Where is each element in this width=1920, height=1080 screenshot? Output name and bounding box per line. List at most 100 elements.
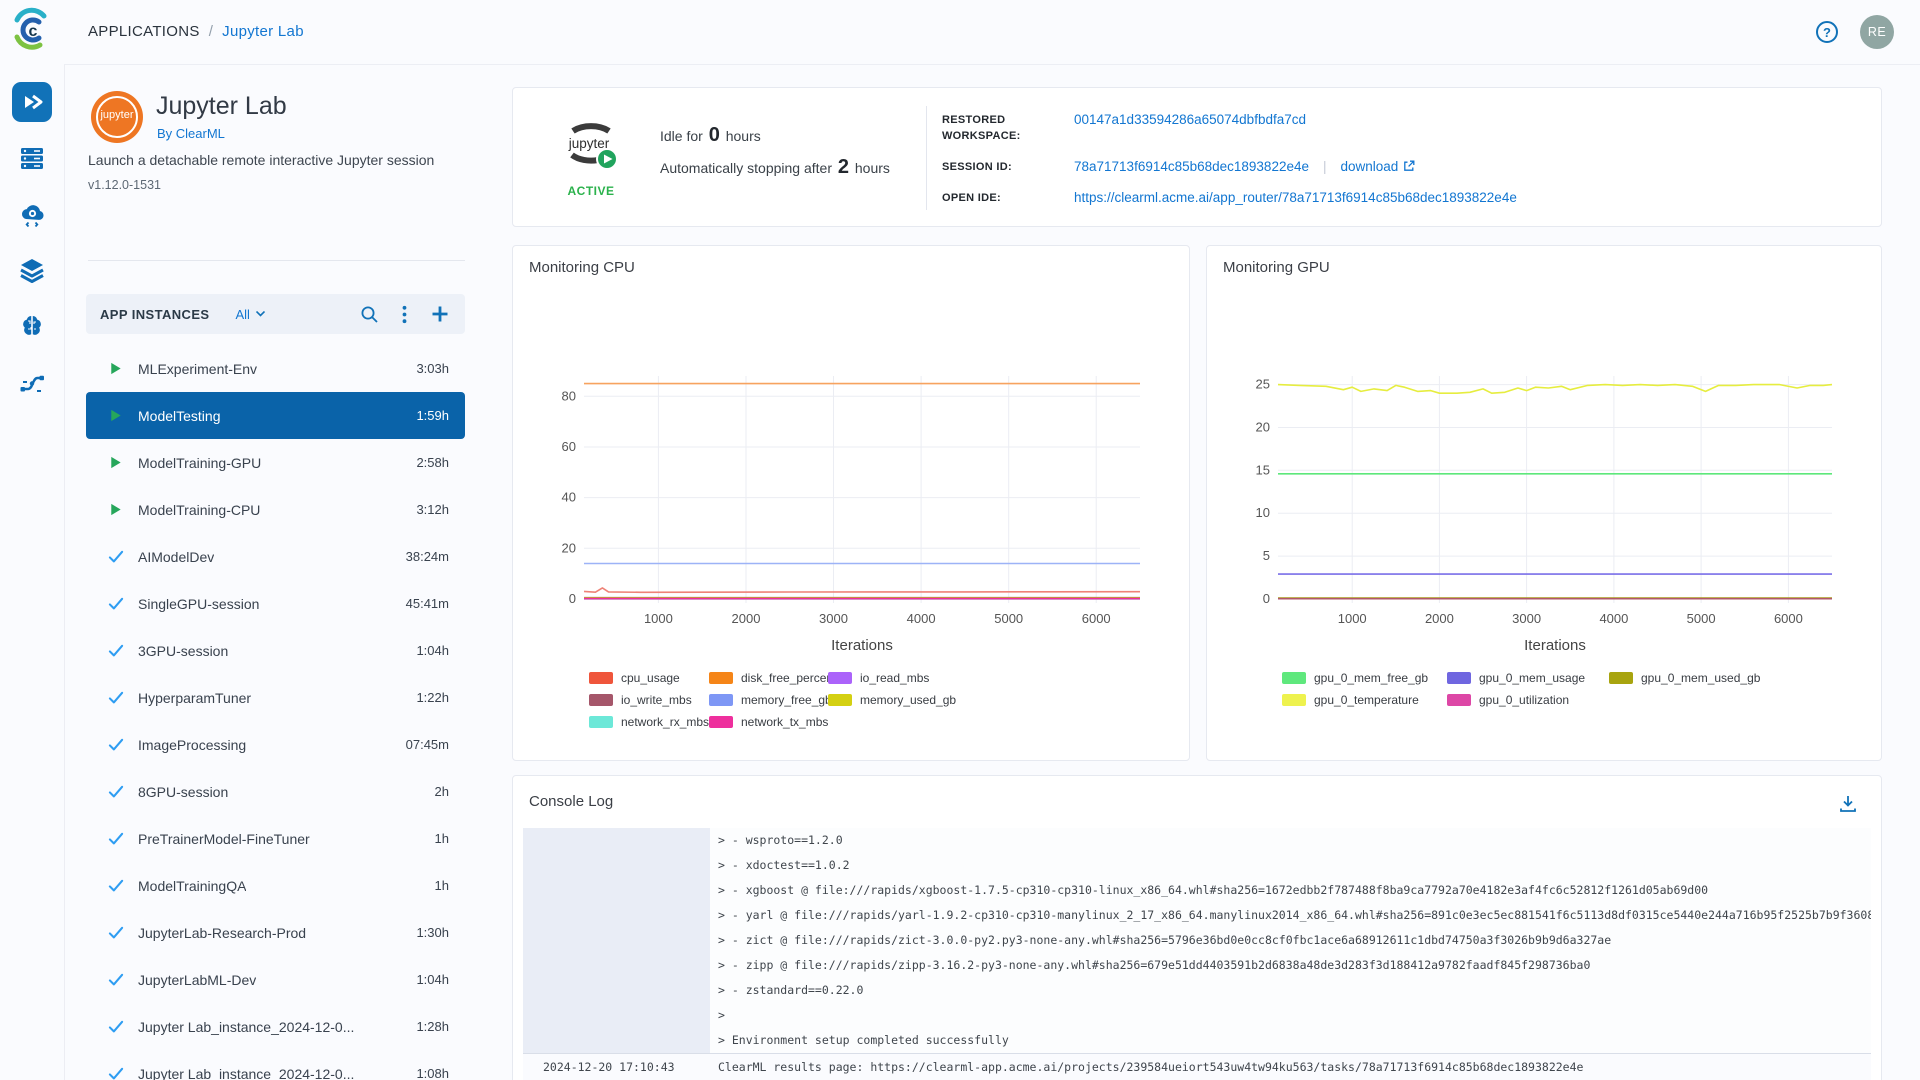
status-badge: ACTIVE: [560, 184, 622, 198]
instance-name: MLExperiment-Env: [138, 361, 257, 377]
log-line: > - xdoctest==1.0.2: [523, 853, 1871, 878]
app-description: Launch a detachable remote interactive J…: [88, 152, 434, 168]
console-footer-row: 2024-12-20 17:10:43 ClearML results page…: [523, 1053, 1871, 1080]
check-icon: [108, 596, 124, 612]
legend-item[interactable]: network_rx_mbs: [589, 714, 709, 729]
search-icon[interactable]: [360, 305, 379, 324]
legend-label: memory_free_gb: [741, 693, 832, 707]
instance-row[interactable]: ModelTraining-GPU2:58h: [86, 439, 465, 486]
nav-ai-brain-icon[interactable]: [12, 306, 52, 346]
log-line: > - yarl @ file:///rapids/yarl-1.9.2-cp3…: [523, 903, 1871, 928]
download-log-icon[interactable]: [1837, 793, 1859, 815]
nav-workers-queues-icon[interactable]: [12, 138, 52, 178]
log-results-link[interactable]: ClearML results page: https://clearml-ap…: [718, 1054, 1583, 1080]
instance-row[interactable]: Jupyter Lab_instance_2024-12-0...1:08h: [86, 1050, 465, 1080]
instance-name: JupyterLabML-Dev: [138, 972, 256, 988]
kebab-menu-icon[interactable]: [402, 305, 407, 324]
restored-workspace-value[interactable]: 00147a1d33594286a65074dbfbdfa7cd: [1074, 112, 1306, 127]
legend-item[interactable]: memory_used_gb: [828, 692, 956, 707]
user-avatar[interactable]: RE: [1860, 15, 1894, 49]
legend-item[interactable]: gpu_0_mem_used_gb: [1609, 670, 1760, 685]
instance-row[interactable]: SingleGPU-session45:41m: [86, 580, 465, 627]
legend-item[interactable]: disk_free_percent: [709, 670, 828, 685]
instance-row[interactable]: ImageProcessing07:45m: [86, 721, 465, 768]
legend-label: gpu_0_utilization: [1479, 693, 1569, 707]
instance-name: ModelTraining-GPU: [138, 455, 261, 471]
app-panel: jupyter Jupyter Lab By ClearML Launch a …: [64, 64, 494, 1080]
gpu-chart-plot[interactable]: 1000200030004000500060000510152025Iterat…: [1207, 246, 1883, 666]
play-icon: [108, 408, 124, 424]
idle-text: Idle for 0 hours: [660, 124, 761, 147]
legend-item[interactable]: gpu_0_mem_free_gb: [1282, 670, 1447, 685]
nav-pipelines-icon[interactable]: [12, 362, 52, 402]
instance-time: 07:45m: [406, 737, 449, 752]
check-icon: [108, 643, 124, 659]
instance-row[interactable]: ModelTesting 1:59h: [86, 392, 465, 439]
open-ide-link[interactable]: https://clearml.acme.ai/app_router/78a71…: [1074, 190, 1517, 205]
instance-time: 3:12h: [416, 502, 449, 517]
instance-name: Jupyter Lab_instance_2024-12-0...: [138, 1019, 354, 1035]
legend-item[interactable]: gpu_0_utilization: [1447, 692, 1609, 707]
instances-filter-dropdown[interactable]: All: [235, 307, 264, 322]
legend-swatch: [709, 672, 733, 684]
legend-swatch: [828, 694, 852, 706]
check-icon: [108, 1019, 124, 1035]
byline-link[interactable]: By ClearML: [157, 126, 225, 141]
cpu-chart-plot[interactable]: 100020003000400050006000020406080Iterati…: [513, 246, 1191, 666]
instance-row[interactable]: ModelTrainingQA1h: [86, 862, 465, 909]
gpu-chart-legend: gpu_0_mem_free_gbgpu_0_mem_usagegpu_0_me…: [1282, 670, 1760, 707]
instance-row[interactable]: PreTrainerModel-FineTuner1h: [86, 815, 465, 862]
legend-item[interactable]: network_tx_mbs: [709, 714, 828, 729]
play-icon: [108, 502, 124, 518]
instance-time: 1:59h: [416, 408, 449, 423]
legend-item[interactable]: io_write_mbs: [589, 692, 709, 707]
instance-name: PreTrainerModel-FineTuner: [138, 831, 310, 847]
instance-time: 38:24m: [406, 549, 449, 564]
legend-swatch: [589, 694, 613, 706]
legend-label: memory_used_gb: [860, 693, 956, 707]
clearml-logo[interactable]: c: [9, 7, 55, 53]
svg-text:5000: 5000: [1687, 611, 1716, 626]
legend-item[interactable]: cpu_usage: [589, 670, 709, 685]
instance-time: 1:04h: [416, 972, 449, 987]
legend-item[interactable]: gpu_0_temperature: [1282, 692, 1447, 707]
svg-text:6000: 6000: [1774, 611, 1803, 626]
instance-row[interactable]: Jupyter Lab_instance_2024-12-0...1:28h: [86, 1003, 465, 1050]
svg-text:60: 60: [562, 439, 576, 454]
instance-row[interactable]: AIModelDev38:24m: [86, 533, 465, 580]
page-title: Jupyter Lab: [156, 92, 287, 121]
legend-swatch: [589, 716, 613, 728]
app-instances-list[interactable]: MLExperiment-Env3:03hModelTesting1:59hMo…: [86, 345, 465, 1080]
check-icon: [108, 737, 124, 753]
instance-row[interactable]: 8GPU-session2h: [86, 768, 465, 815]
legend-swatch: [709, 694, 733, 706]
instance-row[interactable]: HyperparamTuner1:22h: [86, 674, 465, 721]
svg-text:0: 0: [569, 591, 576, 606]
instance-row[interactable]: 3GPU-session1:04h: [86, 627, 465, 674]
legend-swatch: [1447, 694, 1471, 706]
jupyter-status-logo: jupyter: [560, 114, 622, 174]
open-ide-label: OPEN IDE:: [942, 190, 1067, 206]
svg-text:0: 0: [1263, 591, 1270, 606]
download-link[interactable]: download: [1341, 159, 1399, 174]
breadcrumb-separator: /: [209, 23, 213, 40]
nav-datasets-icon[interactable]: [12, 250, 52, 290]
svg-text:4000: 4000: [907, 611, 936, 626]
instance-row[interactable]: MLExperiment-Env3:03h: [86, 345, 465, 392]
instance-row[interactable]: JupyterLabML-Dev 1:04h: [86, 956, 465, 1003]
legend-item[interactable]: io_read_mbs: [828, 670, 956, 685]
legend-item[interactable]: memory_free_gb: [709, 692, 828, 707]
nav-applications-icon[interactable]: [12, 82, 52, 122]
nav-autoscalers-icon[interactable]: [12, 194, 52, 234]
svg-text:25: 25: [1256, 377, 1270, 392]
legend-item[interactable]: gpu_0_mem_usage: [1447, 670, 1609, 685]
breadcrumb-applications[interactable]: APPLICATIONS: [88, 23, 200, 40]
instance-row[interactable]: JupyterLab-Research-Prod1:30h: [86, 909, 465, 956]
breadcrumb-current[interactable]: Jupyter Lab: [222, 23, 304, 40]
console-log-area[interactable]: > - wsproto==1.2.0> - xdoctest==1.0.2> -…: [523, 828, 1871, 1080]
help-icon[interactable]: ?: [1814, 19, 1840, 45]
instance-row[interactable]: ModelTraining-CPU3:12h: [86, 486, 465, 533]
session-id-value[interactable]: 78a71713f6914c85b68dec1893822e4e: [1074, 159, 1309, 174]
add-instance-button[interactable]: [430, 304, 450, 324]
instance-name: ModelTesting: [138, 408, 221, 424]
